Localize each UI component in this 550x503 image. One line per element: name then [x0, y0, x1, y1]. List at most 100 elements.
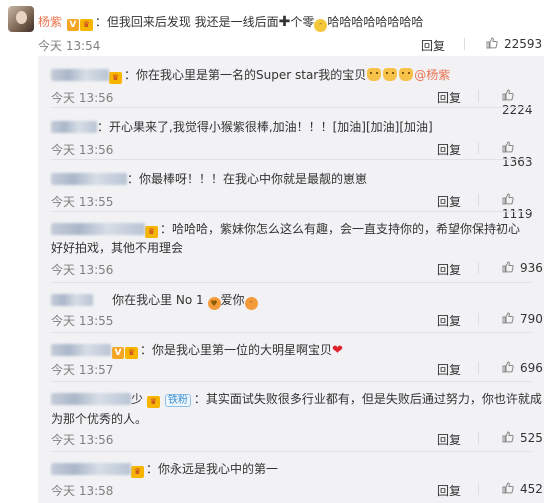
reply-text-line: ：你最棒呀！！！在我心中你就是最靓的崽崽: [51, 170, 367, 187]
like-button[interactable]: 696: [502, 361, 543, 375]
bear-emoji-icon: [383, 68, 398, 81]
crown-icon: ♛: [146, 396, 160, 408]
reply-text: ：开心果来了,我觉得小猴紫很棒,加油！！！[加油][加油][加油]: [97, 120, 433, 134]
thumbs-up-icon: [486, 37, 498, 49]
blurred-username: [51, 393, 131, 405]
timestamp: 今天 13:56: [51, 91, 114, 105]
like-button[interactable]: 452: [502, 482, 543, 496]
thumbs-up-icon: [502, 431, 514, 443]
reply-button[interactable]: 回复: [437, 431, 461, 448]
timestamp: 今天 13:55: [51, 195, 114, 209]
like-count: 2224: [502, 103, 533, 117]
mention-link[interactable]: @杨紫: [414, 68, 450, 82]
crown-icon: ♛: [109, 72, 122, 84]
reply-button[interactable]: 回复: [437, 482, 461, 499]
blurred-username: [51, 344, 111, 356]
crown-icon: ♛: [79, 19, 93, 31]
reply-button[interactable]: 回复: [437, 193, 461, 210]
reply-text: ：你最棒呀！！！在我心中你就是最靓的崽崽: [127, 172, 368, 186]
replies-panel: ♛ ：你在我心里是第一名的Super star我的宝贝 @杨紫 今天 13:56 回…: [38, 56, 544, 503]
reply-text-line: V ♛ ：你是我心里第一位的大明星啊宝贝❤: [51, 341, 343, 359]
plus-icon: ✚: [278, 14, 291, 30]
reply-button[interactable]: 回复: [437, 261, 461, 278]
username-suffix[interactable]: 少: [131, 392, 143, 406]
like-button[interactable]: 790: [502, 312, 543, 326]
divider: [478, 194, 479, 206]
row-divider: [51, 332, 531, 333]
divider: [478, 313, 479, 325]
reply-button[interactable]: 回复: [421, 37, 445, 54]
blurred-username: [51, 69, 109, 81]
blurred-username: [51, 294, 93, 306]
reply-text-line: 少 ♛ 铁粉 ：其实面试失败很多行业都有，但是失败后通过努力，你也许就成: [51, 390, 542, 408]
row-divider: [51, 211, 531, 212]
like-button[interactable]: 22593: [486, 37, 542, 51]
reply-text: ：你永远是我心中的第一: [146, 462, 279, 476]
timestamp: 今天 13:56: [51, 433, 114, 447]
timestamp: 今天 13:55: [51, 314, 114, 328]
divider: [464, 38, 465, 50]
heart-icon: ❤: [332, 343, 343, 358]
reply-text: ：其实面试失败很多行业都有，但是失败后通过努力，你也许就成: [193, 392, 542, 406]
timestamp: 今天 13:58: [51, 484, 114, 498]
reply-text: ：你是我心里第一位的大明星啊宝贝: [140, 343, 333, 357]
timestamp: 今天 13:54: [38, 39, 101, 53]
row-divider: [51, 381, 531, 382]
row-divider: [51, 451, 531, 452]
reply-text-line: ♛ ：你永远是我心中的第一: [51, 460, 278, 478]
reply-text-line: ♛ ：哈哈哈，紫妹你怎么这么有趣，会一直支持你的，希望你保持初心: [51, 220, 520, 238]
thumbs-up-icon: [502, 482, 514, 494]
laughing-emoji-icon: ᵔ: [314, 19, 328, 32]
divider: [478, 90, 479, 102]
row-divider: [51, 107, 531, 108]
blurred-username: [51, 173, 127, 185]
like-button[interactable]: 2224: [502, 89, 544, 117]
thumbs-up-icon: [502, 193, 514, 205]
reply-text-line: ：开心果来了,我觉得小猴紫很棒,加油！！！[加油][加油][加油]: [51, 118, 433, 135]
v-badge-icon: V: [66, 19, 79, 31]
like-button[interactable]: 1363: [502, 141, 544, 169]
main-comment-line: 杨紫 V ♛ ：但我回来后发现 我还是一线后面✚个零 ᵔ 哈哈哈哈哈哈哈哈: [38, 13, 423, 32]
thumbs-up-icon: [502, 141, 514, 153]
timestamp: 今天 13:57: [51, 363, 114, 377]
reply-button[interactable]: 回复: [437, 312, 461, 329]
like-count: 1119: [502, 207, 533, 221]
blurred-username: [51, 463, 131, 475]
like-button[interactable]: 1119: [502, 193, 544, 221]
like-button[interactable]: 525: [502, 431, 543, 445]
like-count: 936: [520, 261, 543, 275]
avatar[interactable]: [8, 6, 34, 32]
divider: [478, 142, 479, 154]
row-divider: [51, 282, 531, 283]
reply-button[interactable]: 回复: [437, 89, 461, 106]
username[interactable]: 杨紫: [38, 15, 62, 29]
divider: [478, 483, 479, 495]
like-count: 525: [520, 431, 543, 445]
like-button[interactable]: 936: [502, 261, 543, 275]
like-count: 790: [520, 312, 543, 326]
divider: [478, 362, 479, 374]
like-count: 696: [520, 361, 543, 375]
kiss-emoji-icon: ᵔ: [244, 297, 258, 310]
heart-eyes-emoji-icon: ♥: [207, 297, 221, 310]
reply-button[interactable]: 回复: [437, 361, 461, 378]
divider: [478, 432, 479, 444]
reply-button[interactable]: 回复: [437, 141, 461, 158]
thumbs-up-icon: [502, 361, 514, 373]
blurred-username: [51, 223, 145, 235]
thumbs-up-icon: [502, 89, 514, 101]
reply-text: 你在我心里 No 1: [112, 293, 204, 307]
comment-text: ：但我回来后发现 我还是一线后面: [94, 15, 279, 29]
comment-text-2: 个零: [290, 15, 315, 29]
main-comment: 杨紫 V ♛ ：但我回来后发现 我还是一线后面✚个零 ᵔ 哈哈哈哈哈哈哈哈 今天 13:…: [0, 0, 550, 56]
reply-text-line-2: 好好拍戏，其他不用理会: [51, 241, 184, 255]
blurred-username: [51, 121, 97, 133]
v-badge-icon: V: [112, 347, 124, 359]
thumbs-up-icon: [502, 261, 514, 273]
thumbs-up-icon: [502, 312, 514, 324]
like-count: 22593: [504, 37, 543, 51]
reply-text-line: 你在我心里 No 1 ♥ 爱你 ᵔ: [51, 291, 258, 310]
reply-text: ：哈哈哈，紫妹你怎么这么有趣，会一直支持你的，希望你保持初心: [160, 222, 521, 236]
divider: [478, 262, 479, 274]
comment-text-3: 哈哈哈哈哈哈哈哈: [327, 15, 424, 29]
